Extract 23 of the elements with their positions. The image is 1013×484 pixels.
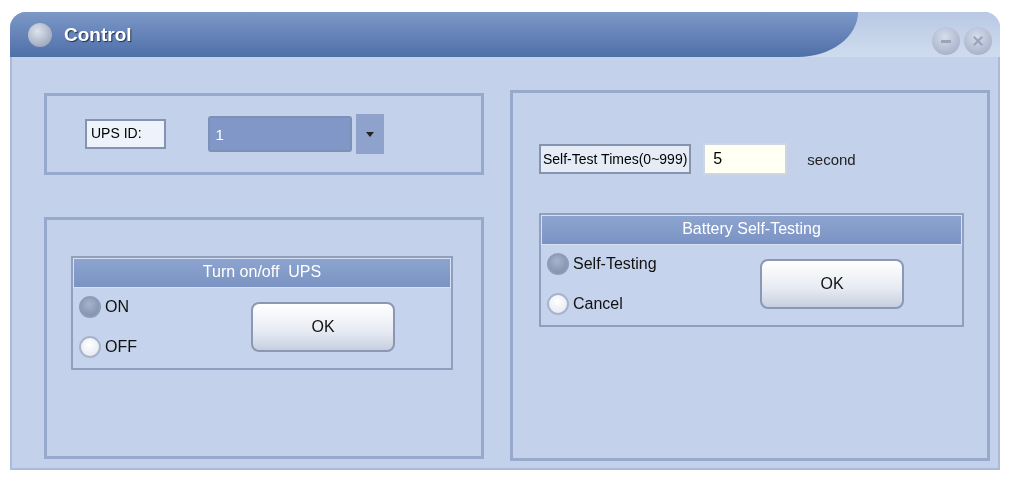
app-icon xyxy=(28,22,52,47)
self-test-times-label: Self-Test Times(0~999) xyxy=(539,144,692,174)
ups-id-label: UPS ID: xyxy=(85,119,166,149)
close-button[interactable] xyxy=(964,27,992,55)
radio-label: ON xyxy=(105,298,129,316)
minimize-button[interactable] xyxy=(932,27,960,55)
radio-button[interactable] xyxy=(547,293,569,315)
dropdown-button[interactable] xyxy=(355,114,384,154)
radio-button[interactable] xyxy=(79,336,101,358)
group-title: Battery Self-Testing xyxy=(541,215,962,245)
radio-button[interactable] xyxy=(79,296,101,318)
caret-icon xyxy=(365,131,374,137)
radio-label: Cancel xyxy=(573,295,623,313)
ok-button[interactable]: OK xyxy=(251,302,395,352)
ok-button[interactable]: OK xyxy=(760,259,904,309)
radio-label: OFF xyxy=(105,338,137,356)
group-title: Turn on/off UPS xyxy=(73,258,451,288)
self-test-times-field[interactable]: 5 xyxy=(703,143,788,175)
radio-button[interactable] xyxy=(547,253,569,275)
unit-label: second xyxy=(807,150,856,168)
close-icon xyxy=(971,34,985,48)
window-title: Control xyxy=(64,23,132,46)
radio-label: Self-Testing xyxy=(573,255,657,273)
